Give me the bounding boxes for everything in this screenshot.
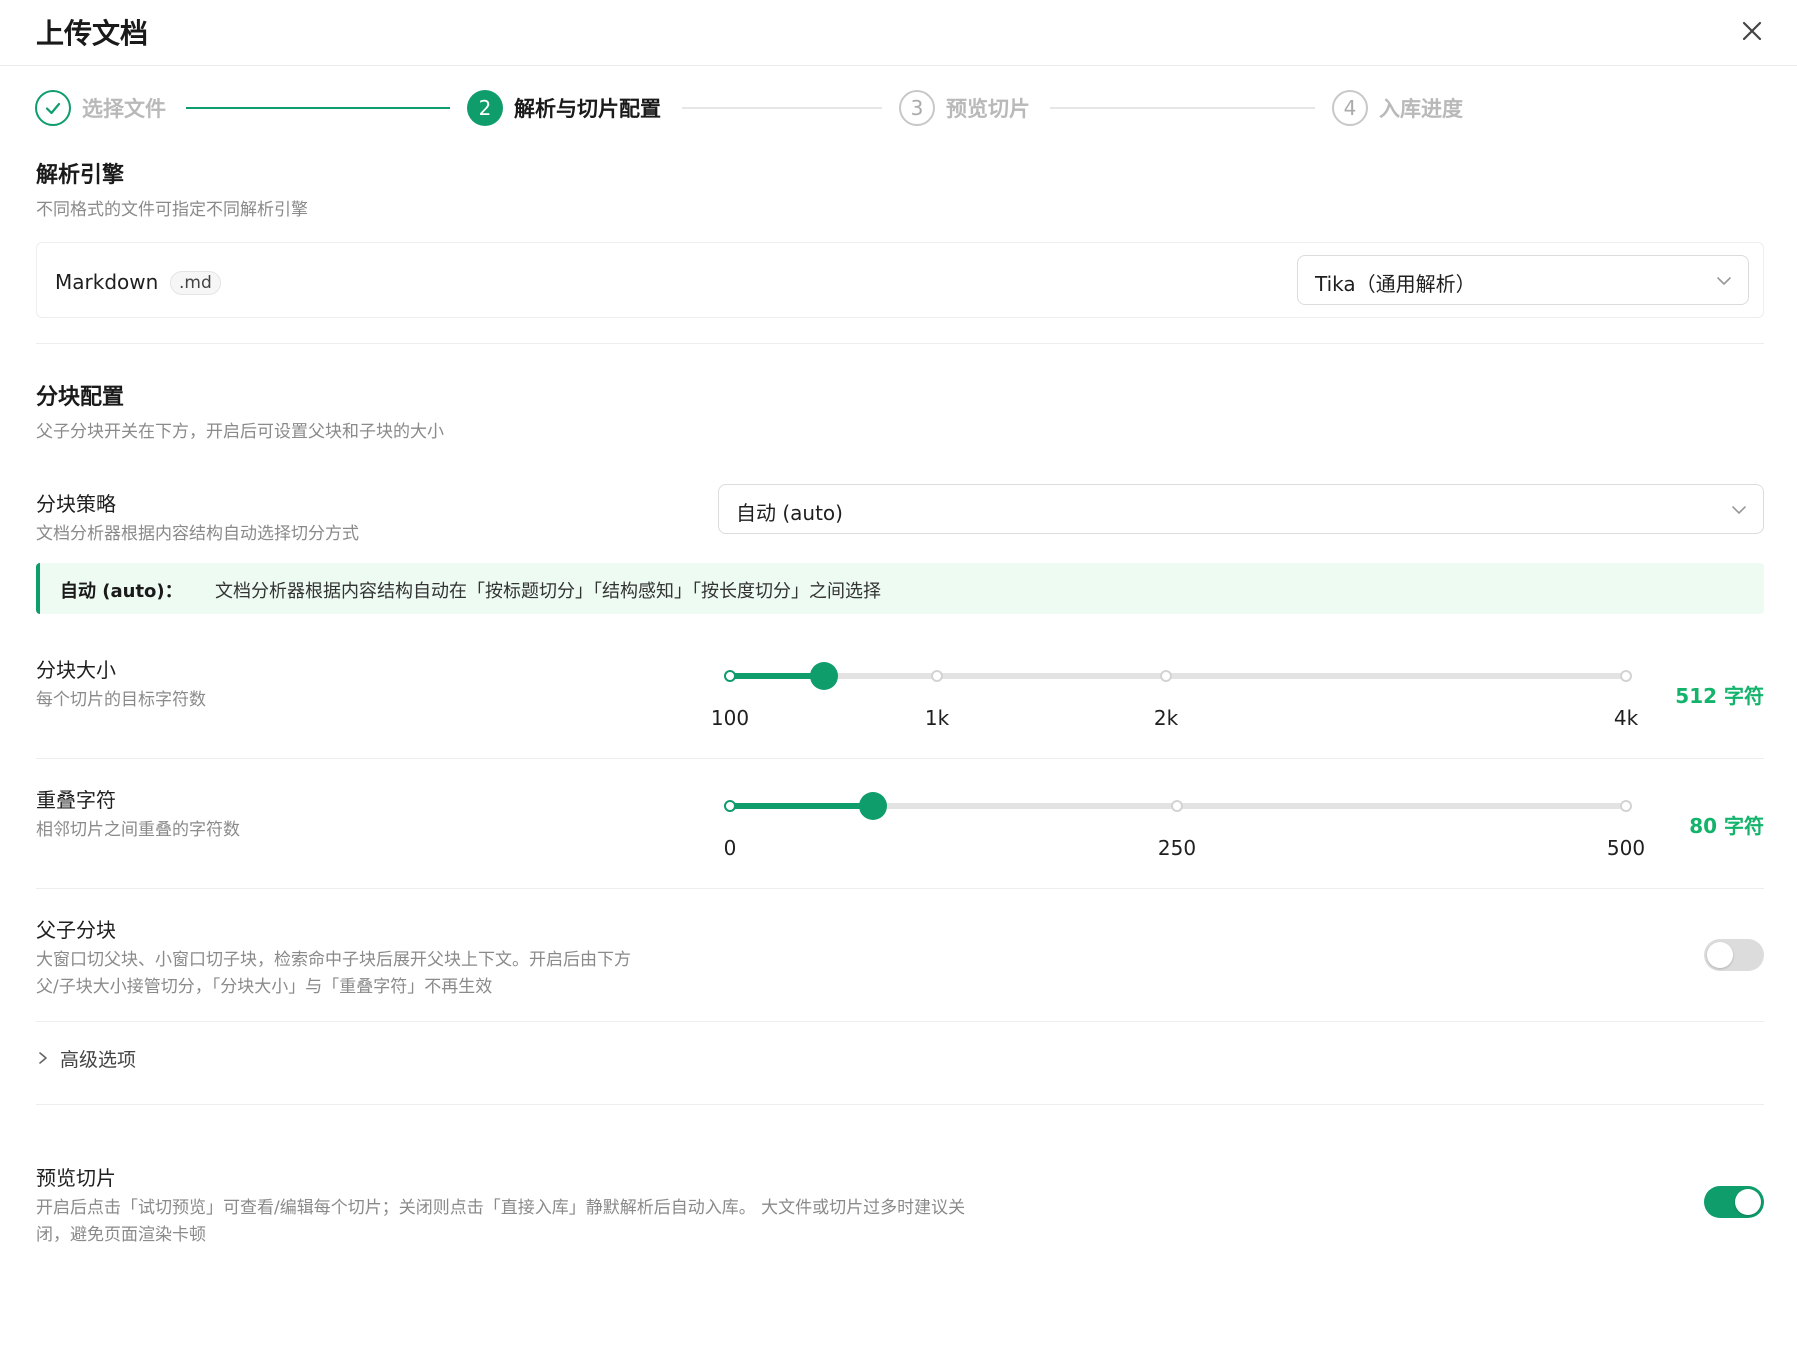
switch-knob	[1735, 1189, 1761, 1215]
row-divider	[36, 758, 1764, 759]
overlap-slider[interactable]	[716, 785, 1640, 825]
parent-child-desc-line2: 父/子块大小接管切分，「分块大小」与「重叠字符」不再生效	[36, 977, 493, 997]
step-label: 解析与切片配置	[514, 97, 661, 121]
strategy-label: 分块策略	[36, 492, 116, 516]
step-select-file[interactable]: 选择文件	[35, 86, 166, 130]
step-preview-chunks[interactable]: 3 预览切片	[899, 86, 1030, 130]
chunk-size-value: 512 字符	[1675, 684, 1764, 708]
slider-fill	[730, 803, 874, 809]
slider-tick-label: 2k	[1153, 706, 1179, 730]
chevron-right-icon	[39, 1052, 47, 1064]
preview-switch[interactable]	[1704, 1186, 1764, 1218]
slider-mark	[724, 670, 736, 682]
slider-track	[730, 673, 1626, 679]
step-ingest-progress[interactable]: 4 入库进度	[1332, 86, 1463, 130]
overlap-desc: 相邻切片之间重叠的字符数	[36, 820, 240, 840]
section-divider	[36, 1104, 1764, 1105]
parent-child-desc-line1: 大窗口切父块、小窗口切子块，检索命中子块后展开父块上下文。开启后由下方	[36, 950, 631, 970]
step-number: 4	[1332, 90, 1368, 126]
step-label: 预览切片	[946, 97, 1030, 121]
chunk-strategy-select[interactable]: 自动 (auto)	[718, 484, 1764, 534]
step-label: 选择文件	[82, 97, 166, 121]
close-icon[interactable]	[1734, 13, 1770, 49]
upload-dialog: 上传文档 选择文件 2 解析与切片配置 3 预览切片 4 入库进度 解析引擎 不…	[0, 0, 1797, 1346]
parent-child-switch[interactable]	[1704, 939, 1764, 971]
slider-mark	[1620, 800, 1632, 812]
slider-tick-label: 0	[723, 836, 737, 860]
note-text: 文档分析器根据内容结构自动在「按标题切分」「结构感知」「按长度切分」之间选择	[215, 581, 881, 602]
parser-section-desc: 不同格式的文件可指定不同解析引擎	[36, 200, 308, 220]
step-number: 3	[899, 90, 935, 126]
preview-label: 预览切片	[36, 1166, 116, 1190]
parser-engine-value: Tika（通用解析）	[1315, 272, 1476, 296]
slider-tick-label: 1k	[924, 706, 950, 730]
preview-desc-line2: 闭，避免页面渲染卡顿	[36, 1225, 206, 1245]
step-connector	[1050, 107, 1315, 109]
preview-desc-line1: 开启后点击「试切预览」可查看/编辑每个切片；关闭则点击「直接入库」静默解析后自动…	[36, 1198, 966, 1218]
note-strong-text: 自动 (auto)：	[60, 581, 183, 602]
slider-mark	[724, 800, 736, 812]
section-divider	[36, 343, 1764, 344]
slider-tick-label: 500	[1606, 836, 1646, 860]
overlap-value: 80 字符	[1689, 814, 1764, 838]
slider-mark	[1620, 670, 1632, 682]
chunk-section-title: 分块配置	[36, 385, 125, 410]
advanced-options-label: 高级选项	[60, 1048, 137, 1071]
dialog-header: 上传文档	[0, 0, 1797, 66]
chevron-down-icon	[1717, 277, 1731, 285]
dialog-title: 上传文档	[36, 17, 149, 50]
overlap-label: 重叠字符	[36, 788, 116, 812]
switch-knob	[1707, 942, 1733, 968]
strategy-desc: 文档分析器根据内容结构自动选择切分方式	[36, 524, 359, 544]
row-divider	[36, 888, 1764, 889]
file-type-label: Markdown	[55, 270, 159, 294]
step-label: 入库进度	[1379, 97, 1463, 121]
step-connector	[682, 107, 882, 109]
chevron-down-icon	[1732, 506, 1746, 514]
file-extension-tag: .md	[170, 271, 221, 295]
parser-engine-row: Markdown .md Tika（通用解析）	[36, 242, 1764, 318]
row-divider	[36, 1021, 1764, 1022]
chunk-section-desc: 父子分块开关在下方，开启后可设置父块和子块的大小	[36, 422, 444, 442]
slider-thumb[interactable]	[859, 792, 888, 820]
chunk-size-label: 分块大小	[36, 658, 116, 682]
steps-bar: 选择文件 2 解析与切片配置 3 预览切片 4 入库进度	[0, 86, 1797, 130]
slider-mark	[931, 670, 943, 682]
parser-engine-select[interactable]: Tika（通用解析）	[1297, 255, 1749, 305]
parent-child-label: 父子分块	[36, 918, 116, 942]
step-connector	[186, 107, 450, 109]
slider-tick-label: 100	[710, 706, 750, 730]
chunk-size-slider[interactable]	[716, 655, 1640, 695]
slider-mark	[1171, 800, 1183, 812]
slider-tick-label: 4k	[1613, 706, 1639, 730]
parser-section-title: 解析引擎	[36, 163, 125, 188]
strategy-note: 自动 (auto)： 文档分析器根据内容结构自动在「按标题切分」「结构感知」「按…	[36, 563, 1764, 614]
chunk-size-desc: 每个切片的目标字符数	[36, 690, 206, 710]
slider-thumb[interactable]	[810, 662, 839, 690]
step-number: 2	[467, 90, 503, 126]
slider-tick-label: 250	[1157, 836, 1197, 860]
step-parse-config[interactable]: 2 解析与切片配置	[467, 86, 661, 130]
chunk-strategy-value: 自动 (auto)	[736, 501, 843, 525]
slider-mark	[1160, 670, 1172, 682]
check-icon	[35, 90, 71, 126]
advanced-options-toggle[interactable]: 高级选项	[36, 1040, 136, 1076]
